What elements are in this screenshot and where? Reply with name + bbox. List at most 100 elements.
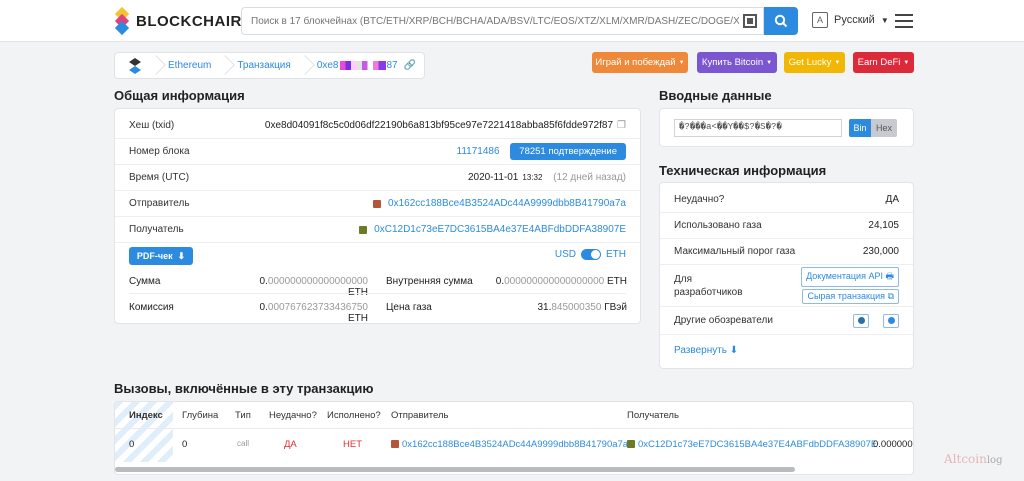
divider <box>129 293 626 294</box>
watermark-suffix: log <box>986 455 1003 466</box>
col-executed[interactable]: Исполнено? <box>327 410 381 421</box>
col-index[interactable]: Индекс <box>129 410 163 421</box>
qr-code-icon[interactable] <box>743 14 757 28</box>
link-icon[interactable]: 🔗 <box>404 60 416 71</box>
play-and-win-button[interactable]: Играй и побеждай ▼ <box>592 52 688 73</box>
receiver-address-link[interactable]: 0xC12D1c73eE7DC3615BA4e37E4ABFdbDDFA3890… <box>374 224 626 235</box>
horizontal-scrollbar[interactable] <box>115 467 795 472</box>
code-icon: ⧉ <box>887 291 894 301</box>
call-index: 0 <box>129 439 135 450</box>
usd-label: USD <box>554 249 576 260</box>
internal-amount-label: Внутренняя сумма <box>386 276 473 287</box>
calls-title: Вызовы, включённые в эту транзакцию <box>114 381 374 396</box>
expand-link[interactable]: Развернуть ⬇ <box>674 345 738 356</box>
gas-price-label: Цена газа <box>386 302 432 313</box>
time-date: 2020-11-01 <box>467 172 519 183</box>
get-lucky-button[interactable]: Get Lucky ▼ <box>784 52 845 73</box>
caret-down-icon: ▼ <box>766 59 773 66</box>
caret-down-icon: ▼ <box>834 59 841 66</box>
eth-label: ETH <box>606 249 626 260</box>
gas-used-row: Использовано газа 24,105 <box>660 213 913 239</box>
col-receiver[interactable]: Получатель <box>627 410 679 421</box>
toggle-switch[interactable] <box>581 249 601 260</box>
failed-value: ДА <box>885 194 899 205</box>
block-row: Номер блока 11171486 78251 подтверждение <box>115 139 640 165</box>
hash-prefix: 0xe8 <box>316 60 339 71</box>
gas-limit-value: 230,000 <box>862 246 899 257</box>
tx-hash: 0xe8d04091f8c5c0d06df22190b6a813bf95ce97… <box>264 120 614 131</box>
search-button[interactable] <box>764 7 798 35</box>
currency-toggle[interactable]: USD ETH <box>555 249 626 260</box>
col-depth[interactable]: Глубина <box>182 410 218 421</box>
arrow-down-icon: ⬇ <box>729 345 739 356</box>
time-ago: (12 дней назад) <box>553 172 626 183</box>
call-sender-link[interactable]: 0x162cc188Bce4B3524ADc44A9999dbb8B41790a… <box>402 439 628 450</box>
watermark-brand: Altcoin <box>944 452 987 466</box>
hash-row: Хеш (txid) 0xe8d04091f8c5c0d06df22190b6a… <box>115 113 640 139</box>
top-bar: BLOCKCHAIR A Русский ▼ <box>0 0 1024 42</box>
pdf-receipt-button[interactable]: PDF-чек ⬇ <box>129 247 193 265</box>
input-data-field[interactable]: �?���a<��Y��$?�S�?� <box>674 119 842 137</box>
search-box <box>241 7 764 35</box>
earn-defi-button[interactable]: Earn DeFi ▼ <box>853 52 914 73</box>
bin-toggle[interactable]: Bin <box>849 119 871 137</box>
explorer-icon[interactable] <box>853 313 869 328</box>
call-executed: НЕТ <box>343 439 362 450</box>
hex-toggle[interactable]: Hex <box>871 119 897 137</box>
watermark: Altcoinlog <box>944 452 1002 466</box>
call-sender: 0x162cc188Bce4B3524ADc44A9999dbb8B41790a… <box>391 439 628 450</box>
tech-info-card: Неудачно? ДА Использовано газа 24,105 Ма… <box>659 182 914 369</box>
input-data-title: Вводные данные <box>659 88 772 103</box>
call-failed: ДА <box>284 439 297 450</box>
address-avatar-icon <box>627 440 635 449</box>
brand-name: BLOCKCHAIR <box>136 12 242 30</box>
col-type[interactable]: Тип <box>235 410 251 421</box>
breadcrumb-hash[interactable]: 0xe8 87 🔗 <box>304 52 424 79</box>
call-receiver: 0xC12D1c73eE7DC3615BA4e37E4ABFdbDDFA3890… <box>627 439 877 450</box>
sender-address-link[interactable]: 0x162cc188Bce4B3524ADc44A9999dbb8B41790a… <box>388 198 626 209</box>
download-icon: ⬇ <box>177 250 186 261</box>
failed-row: Неудачно? ДА <box>660 187 913 213</box>
api-docs-button[interactable]: Документация API 🖶 <box>801 267 899 287</box>
censored-hash <box>339 61 386 70</box>
block-number-link[interactable]: 11171486 <box>457 146 500 157</box>
brand-logo[interactable]: BLOCKCHAIR <box>114 6 242 36</box>
breadcrumb-section[interactable]: Транзакция <box>224 52 303 79</box>
chevron-down-icon: ▼ <box>880 15 889 25</box>
language-label: Русский <box>834 14 875 26</box>
caret-down-icon: ▼ <box>903 59 910 66</box>
amount-label: Сумма <box>129 276 161 287</box>
breadcrumb: Ethereum Транзакция 0xe8 87 🔗 <box>114 52 426 79</box>
address-avatar-icon <box>391 440 399 449</box>
receiver-row: Получатель 0xC12D1c73eE7DC3615BA4e37E4AB… <box>115 217 640 243</box>
col-sender[interactable]: Отправитель <box>391 410 449 421</box>
printer-icon: 🖶 <box>885 271 895 281</box>
explorers-row: Другие обозреватели <box>660 307 913 335</box>
gas-price-value: 31.845000350 ГВэй <box>537 302 627 313</box>
time-row: Время (UTC) 2020-11-01 13:32 (12 дней наз… <box>115 165 640 191</box>
gas-used-value: 24,105 <box>868 220 899 231</box>
copy-icon[interactable]: ❐ <box>617 120 626 131</box>
menu-icon[interactable] <box>895 14 913 28</box>
call-depth: 0 <box>182 439 188 450</box>
time-clock: 13:32 <box>522 173 543 182</box>
fee-value: 0.000767623733436750 ETH <box>259 302 368 324</box>
address-avatar-icon <box>359 225 368 234</box>
raw-transaction-button[interactable]: Сырая транзакция ⧉ <box>802 289 899 304</box>
caret-down-icon: ▼ <box>678 59 685 66</box>
header-divider <box>115 428 913 429</box>
confirmations-badge: 78251 подтверждение <box>510 143 626 160</box>
call-receiver-link[interactable]: 0xC12D1c73eE7DC3615BA4e37E4ABFdbDDFA3890… <box>638 439 877 450</box>
hash-suffix: 87 <box>386 60 398 71</box>
search-input[interactable] <box>251 15 740 27</box>
search-icon <box>774 14 788 28</box>
explorer-icon[interactable] <box>883 313 899 328</box>
developers-row: Для разработчиков Документация API 🖶 Сыра… <box>660 265 913 307</box>
language-selector[interactable]: A Русский ▼ <box>812 12 889 28</box>
buy-bitcoin-button[interactable]: Купить Bitcoin ▼ <box>697 52 777 73</box>
general-info-card: Хеш (txid) 0xe8d04091f8c5c0d06df22190b6a… <box>114 108 641 324</box>
blockchair-logo-icon <box>128 57 142 74</box>
breadcrumb-chain[interactable]: Ethereum <box>155 52 224 79</box>
col-failed[interactable]: Неудачно? <box>269 410 317 421</box>
fee-label: Комиссия <box>129 302 174 313</box>
